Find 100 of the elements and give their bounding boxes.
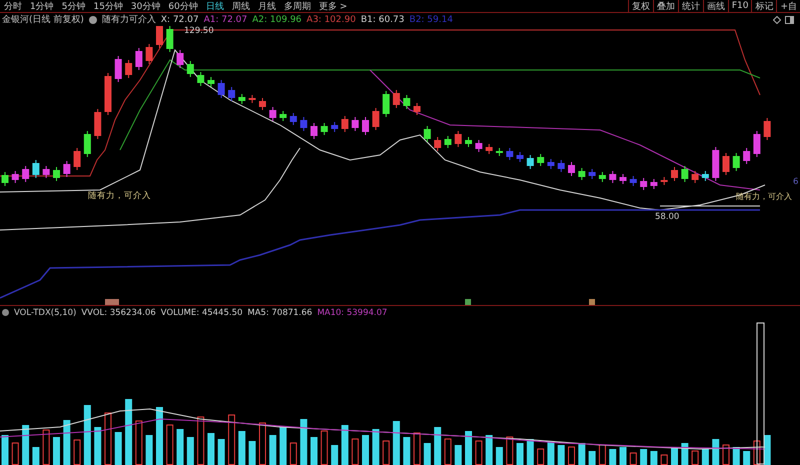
- candlestick: [650, 178, 658, 190]
- volume-bar: [125, 399, 132, 465]
- volume-bar: [238, 431, 246, 465]
- volume-bar: [434, 427, 442, 465]
- candlestick: [156, 26, 163, 48]
- candlestick: [259, 98, 266, 110]
- diamond-icon[interactable]: [773, 16, 781, 24]
- candlestick: [609, 170, 616, 184]
- settings-icon[interactable]: [2, 309, 9, 316]
- volume-bar: [352, 438, 359, 465]
- toolbar-button[interactable]: F10: [728, 0, 752, 12]
- volume-bar: [526, 439, 534, 465]
- candlestick: [764, 118, 771, 140]
- candlestick: [186, 60, 194, 78]
- toolbar-button[interactable]: 画线: [702, 0, 728, 12]
- toolbar-button[interactable]: 统计: [678, 0, 703, 12]
- candlestick: [568, 162, 575, 176]
- toolbar-button[interactable]: 叠加: [652, 0, 678, 12]
- period-tab[interactable]: 30分钟: [126, 0, 164, 12]
- volume-bar: [166, 424, 174, 465]
- toolbar-button[interactable]: 标记: [751, 0, 776, 12]
- period-tab[interactable]: 15分钟: [89, 0, 127, 12]
- period-tab[interactable]: 1分钟: [26, 0, 58, 12]
- volume-bar: [248, 441, 256, 465]
- candlestick: [558, 160, 565, 172]
- volume-bar: [32, 447, 40, 465]
- indicator-value: VOLUME: 45445.50: [160, 308, 243, 318]
- candlestick: [176, 50, 184, 68]
- candlestick: [146, 44, 153, 64]
- volume-bar: [578, 443, 586, 465]
- volume-bar: [640, 449, 648, 465]
- period-tab[interactable]: 周线: [228, 0, 254, 12]
- volume-bar: [310, 437, 318, 465]
- candlestick: [94, 108, 102, 140]
- volume-bar: [424, 443, 431, 465]
- volume-bar: [547, 441, 554, 465]
- period-tab[interactable]: 5分钟: [58, 0, 90, 12]
- volume-bar: [620, 447, 626, 465]
- volume-bar: [300, 419, 308, 465]
- volume-bar: [444, 438, 452, 465]
- volume-bar: [598, 444, 606, 465]
- signal-icon: [105, 299, 119, 305]
- volume-bar: [465, 431, 472, 465]
- candlestick: [74, 148, 81, 170]
- candlestick: [2, 172, 8, 186]
- period-tab[interactable]: 日线: [202, 0, 228, 12]
- candlestick: [135, 48, 142, 70]
- volume-bar: [12, 442, 19, 465]
- stock-title: 金银河(日线 前复权): [2, 14, 84, 26]
- volume-bar: [186, 437, 194, 465]
- volume-bar: [372, 429, 380, 465]
- candlestick: [382, 90, 390, 118]
- volume-bar: [732, 447, 740, 465]
- volume-bar: [208, 433, 214, 465]
- volume-bar: [146, 435, 153, 465]
- volume-bar: [496, 447, 503, 465]
- period-tab[interactable]: 月线: [254, 0, 280, 12]
- candlestick: [444, 136, 452, 148]
- volume-bar: [228, 414, 236, 465]
- panel-icon[interactable]: [785, 16, 794, 24]
- candlestick: [372, 108, 380, 130]
- candlestick: [692, 170, 699, 184]
- volume-bar: [681, 443, 688, 465]
- volume-bar: [506, 436, 514, 465]
- volume-bar: [104, 412, 112, 465]
- volume-bar: [722, 444, 730, 465]
- volume-bar: [84, 405, 91, 465]
- volume-bar: [63, 420, 70, 465]
- volume-bar: [454, 445, 462, 465]
- candlestick: [104, 72, 112, 116]
- candlestick: [712, 146, 720, 182]
- candlestick: [228, 86, 236, 102]
- toolbar-button[interactable]: 复权: [628, 0, 653, 12]
- volume-bar: [280, 427, 287, 465]
- period-tab[interactable]: 分时: [0, 0, 26, 12]
- candlestick: [702, 170, 709, 182]
- candlestick: [352, 116, 359, 132]
- candlestick: [208, 76, 214, 88]
- candlestick: [434, 136, 442, 152]
- candlestick: [114, 56, 122, 82]
- settings-icon[interactable]: [88, 16, 97, 24]
- period-tab[interactable]: 60分钟: [164, 0, 202, 12]
- toolbar-button[interactable]: +自: [776, 0, 800, 12]
- period-tab[interactable]: 多周期: [280, 0, 315, 12]
- period-tab[interactable]: 更多 >: [314, 0, 352, 12]
- candlestick: [454, 130, 462, 148]
- candlestick: [280, 110, 287, 122]
- volume-bar: [94, 427, 102, 465]
- volume-bar: [537, 448, 544, 465]
- candlestick: [496, 148, 503, 156]
- candlestick: [12, 170, 19, 184]
- volume-bar: [414, 432, 420, 465]
- volume-bar: [609, 449, 616, 465]
- candlestick: [22, 166, 30, 182]
- candlestick: [414, 102, 420, 116]
- volume-bar: [218, 439, 225, 465]
- candlestick: [537, 154, 544, 166]
- volume-bar: [692, 450, 699, 465]
- volume-bar: [197, 416, 204, 465]
- volume-bar: [269, 435, 276, 465]
